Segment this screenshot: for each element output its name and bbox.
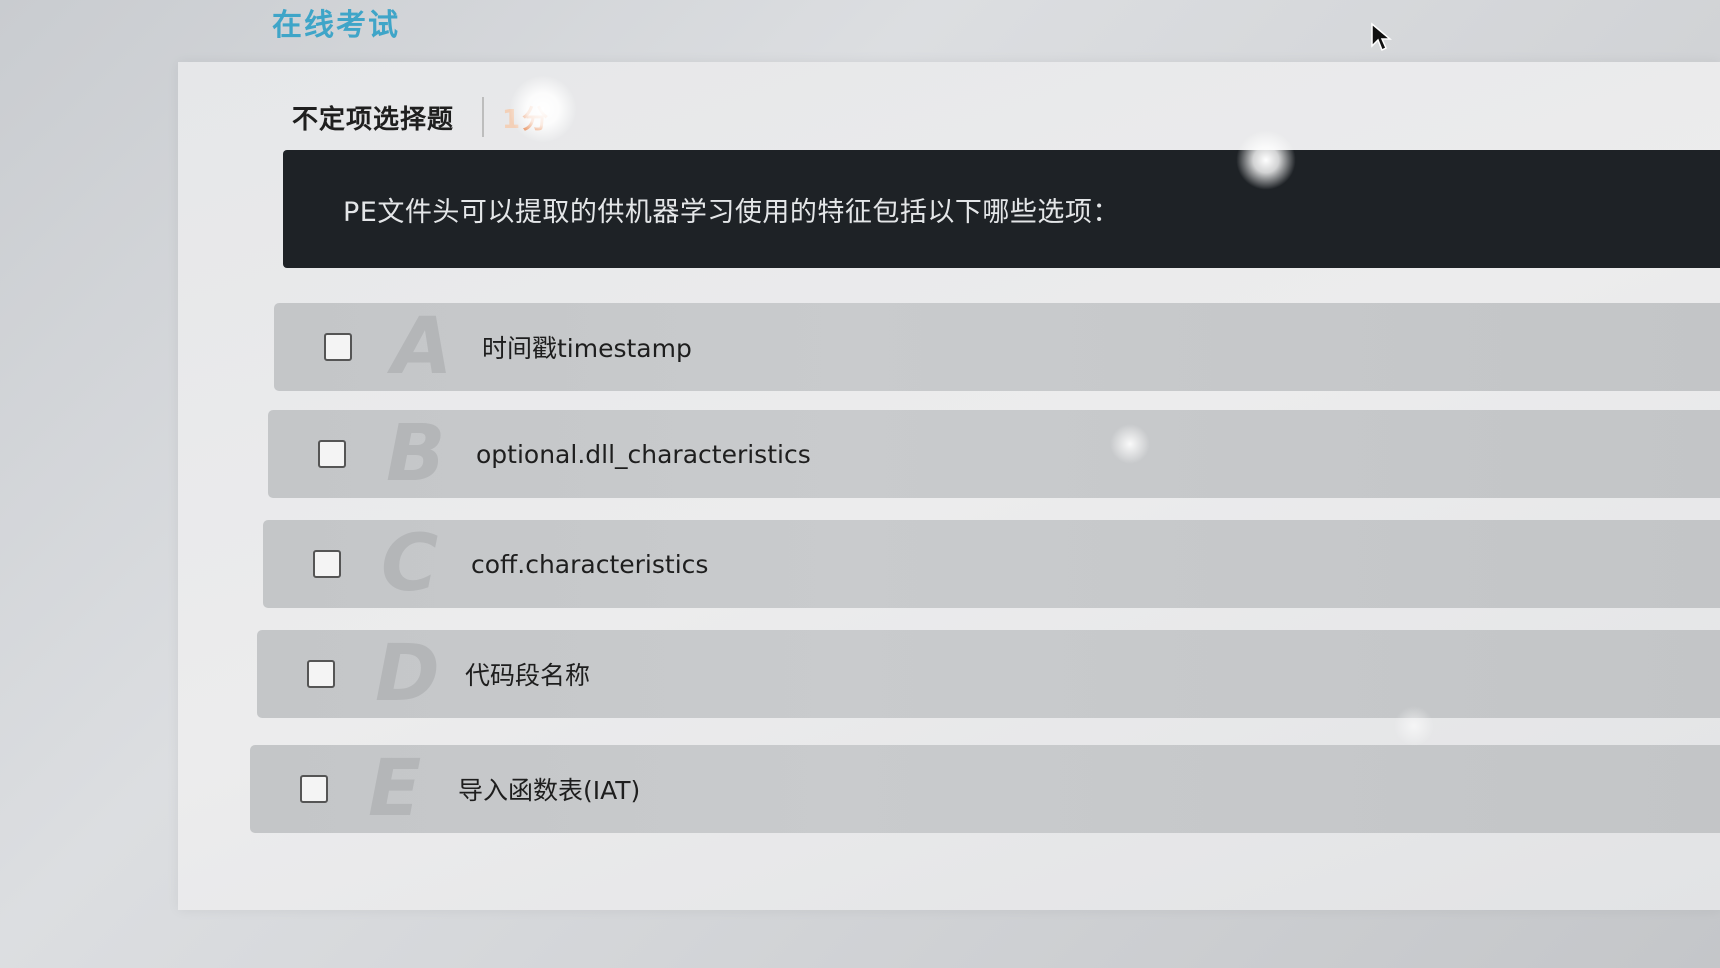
- header-divider: [482, 97, 485, 137]
- option-d-letter: D: [375, 629, 440, 719]
- option-a-letter: A: [392, 302, 453, 392]
- option-e[interactable]: E 导入函数表(IAT): [250, 745, 1720, 833]
- option-a[interactable]: A 时间戳timestamp: [274, 303, 1720, 391]
- option-a-checkbox[interactable]: [324, 333, 352, 361]
- question-header: 不定项选择题 1 分: [292, 94, 548, 140]
- exam-page: 在线考试 不定项选择题 1 分 PE文件头可以提取的供机器学习使用的特征包括以下…: [0, 0, 1720, 968]
- option-c-checkbox[interactable]: [313, 550, 341, 578]
- question-score: 1 分: [502, 99, 548, 136]
- score-unit: 分: [522, 104, 549, 135]
- question-type-label: 不定项选择题: [292, 104, 455, 135]
- option-b-checkbox[interactable]: [318, 440, 346, 468]
- option-d[interactable]: D 代码段名称: [257, 630, 1720, 718]
- site-title: 在线考试: [272, 8, 400, 43]
- option-e-letter: E: [368, 744, 422, 834]
- option-e-checkbox[interactable]: [300, 775, 328, 803]
- score-number: 1: [502, 104, 521, 135]
- option-d-label: 代码段名称: [465, 661, 591, 690]
- option-c-letter: C: [381, 519, 439, 609]
- option-b-letter: B: [386, 409, 446, 499]
- mouse-pointer-icon: [1371, 22, 1392, 52]
- option-c-label: coff.characteristics: [471, 549, 709, 579]
- option-c[interactable]: C coff.characteristics: [263, 520, 1720, 608]
- question-text: PE文件头可以提取的供机器学习使用的特征包括以下哪些选项：: [343, 196, 1120, 228]
- option-b[interactable]: B optional.dll_characteristics: [268, 410, 1720, 498]
- option-a-label: 时间戳timestamp: [482, 334, 692, 363]
- option-d-checkbox[interactable]: [307, 660, 335, 688]
- option-b-label: optional.dll_characteristics: [476, 439, 811, 469]
- option-e-label: 导入函数表(IAT): [458, 776, 641, 805]
- question-stem: PE文件头可以提取的供机器学习使用的特征包括以下哪些选项：: [283, 150, 1720, 268]
